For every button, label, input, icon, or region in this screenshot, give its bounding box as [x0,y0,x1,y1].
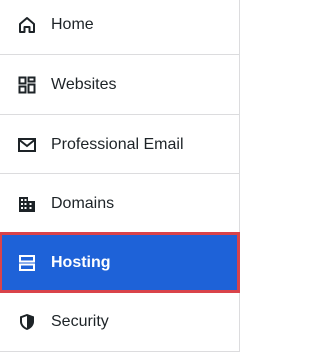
sidebar-item-label: Security [51,312,109,330]
sidebar-item-security[interactable]: Security [0,292,239,351]
sidebar-item-home[interactable]: Home [0,0,239,54]
sidebar-item-hosting[interactable]: Hosting [0,232,240,293]
shield-icon [15,310,39,334]
sidebar-item-label: Professional Email [51,135,184,153]
sidebar-item-label: Websites [51,75,117,93]
websites-grid-icon [15,73,39,97]
home-icon [15,13,39,37]
domains-building-icon [15,192,39,216]
sidebar-item-websites[interactable]: Websites [0,55,239,114]
hosting-server-icon [15,251,39,275]
email-icon [15,133,39,157]
sidebar-item-label: Domains [51,194,115,212]
sidebar-item-label: Home [51,15,94,33]
sidebar-item-professional-email[interactable]: Professional Email [0,115,239,174]
sidebar-nav: Home Websites Professional Email Domains… [0,0,240,352]
sidebar-item-label: Hosting [51,253,111,271]
sidebar-item-domains[interactable]: Domains [0,174,239,233]
